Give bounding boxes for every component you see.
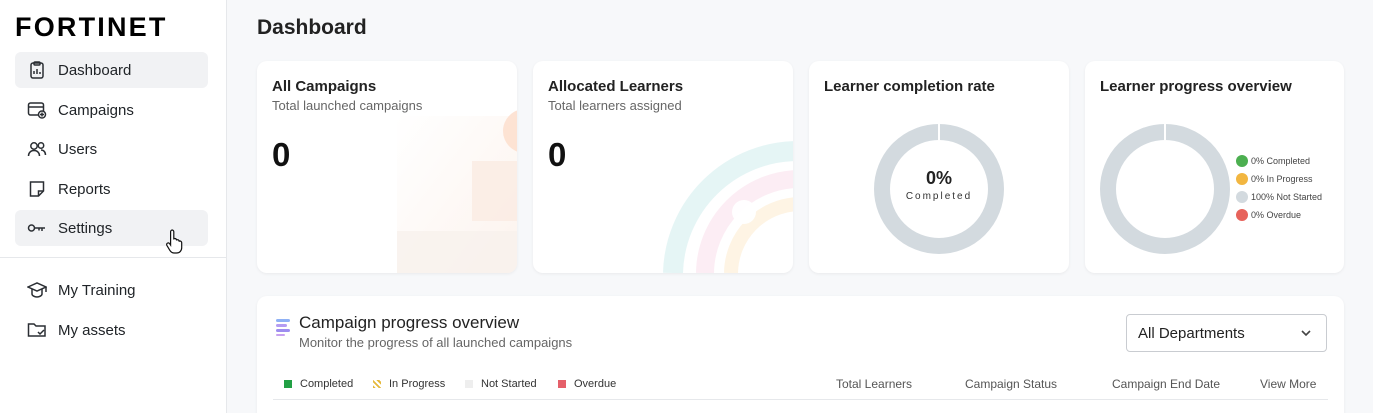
legend-item: 0% Overdue xyxy=(1236,206,1322,224)
column-header-view-more[interactable]: View More xyxy=(1260,377,1316,391)
card-title: Allocated Learners xyxy=(548,78,684,95)
column-header-campaign-status[interactable]: Campaign Status xyxy=(965,377,1057,391)
card-value: 0 xyxy=(548,136,567,173)
page-title: Dashboard xyxy=(257,16,367,39)
department-select[interactable]: All Departments xyxy=(1126,314,1327,352)
legend-not-started: Not Started xyxy=(465,378,537,390)
users-icon xyxy=(26,138,48,160)
legend-label: 0% Overdue xyxy=(1251,210,1302,220)
legend-label: 100% Not Started xyxy=(1251,192,1323,202)
allocated-learners-card[interactable]: Allocated Learners Total learners assign… xyxy=(533,61,793,273)
progress-overview-card: Learner progress overview 0% Completed 0… xyxy=(1085,61,1344,273)
legend-in-progress: In Progress xyxy=(373,378,445,390)
column-header-campaign-end-date[interactable]: Campaign End Date xyxy=(1112,377,1220,391)
legend-label: In Progress xyxy=(389,378,446,390)
sidebar-item-reports[interactable]: Reports xyxy=(15,171,208,207)
sidebar: FORTINET Dashboard Campaigns Users Repor… xyxy=(0,0,227,413)
sidebar-item-label: My assets xyxy=(58,321,126,339)
legend-dot-in-progress xyxy=(1236,173,1248,185)
card-value: 0 xyxy=(272,136,291,173)
completion-percent: 0% xyxy=(925,168,952,188)
brand-name: FORTINET xyxy=(15,13,168,39)
sidebar-item-my-training[interactable]: My Training xyxy=(15,272,208,308)
all-campaigns-card[interactable]: All Campaigns Total launched campaigns 0 xyxy=(257,61,517,273)
legend-item: 0% Completed xyxy=(1236,152,1322,170)
campaigns-icon xyxy=(26,99,48,121)
legend-swatch xyxy=(284,380,292,388)
progress-donut-chart xyxy=(1100,124,1230,254)
legend-label: Not Started xyxy=(481,378,537,390)
legend-label: 0% Completed xyxy=(1251,156,1311,166)
sidebar-divider xyxy=(0,257,226,258)
graduation-cap-icon xyxy=(26,279,48,301)
list-lines-icon xyxy=(276,319,290,336)
card-title: Learner progress overview xyxy=(1100,78,1292,95)
sidebar-item-my-assets[interactable]: My assets xyxy=(15,312,208,348)
card-title: All Campaigns xyxy=(272,78,377,95)
legend-label: 0% In Progress xyxy=(1251,174,1313,184)
completion-donut-chart xyxy=(874,124,1004,254)
chevron-down-icon xyxy=(1301,330,1311,337)
hand-pointer-cursor-icon xyxy=(166,229,183,254)
legend-item: 100% Not Started xyxy=(1236,188,1322,206)
progress-legend: 0% Completed 0% In Progress 100% Not Sta… xyxy=(1236,152,1322,224)
column-header-total-learners[interactable]: Total Learners xyxy=(836,377,912,391)
key-icon xyxy=(26,217,48,239)
legend-label: Overdue xyxy=(574,378,617,390)
campaign-progress-panel: Campaign progress overview Monitor the p… xyxy=(257,296,1344,413)
sidebar-item-users[interactable]: Users xyxy=(15,131,208,167)
completion-label: Completed xyxy=(905,191,973,202)
sidebar-item-label: My Training xyxy=(58,281,136,299)
legend-dot-overdue xyxy=(1236,209,1248,221)
legend-swatch xyxy=(373,380,381,388)
card-title: Learner completion rate xyxy=(824,78,995,95)
folder-icon xyxy=(26,319,48,341)
sidebar-item-label: Users xyxy=(58,140,98,158)
legend-completed: Completed xyxy=(284,378,353,390)
completion-rate-card: Learner completion rate 0% Completed xyxy=(809,61,1069,273)
legend-item: 0% In Progress xyxy=(1236,170,1322,188)
sidebar-item-label: Reports xyxy=(58,180,111,198)
sidebar-item-label: Dashboard xyxy=(58,61,132,79)
panel-title: Campaign progress overview xyxy=(299,313,520,332)
legend-overdue: Overdue xyxy=(558,378,616,390)
panel-subtitle: Monitor the progress of all launched cam… xyxy=(299,335,573,350)
department-select-value: All Departments xyxy=(1138,324,1245,342)
reports-icon xyxy=(26,178,48,200)
legend-dot-not-started xyxy=(1236,191,1248,203)
legend-dot-completed xyxy=(1236,155,1248,167)
card-subtitle: Total learners assigned xyxy=(548,98,682,113)
sidebar-item-label: Campaigns xyxy=(58,101,134,119)
sidebar-item-dashboard[interactable]: Dashboard xyxy=(15,52,208,88)
card-subtitle: Total launched campaigns xyxy=(272,98,423,113)
sidebar-item-label: Settings xyxy=(58,219,113,237)
table-header-divider xyxy=(273,399,1328,400)
donut-track xyxy=(874,124,1004,254)
dashboard-icon xyxy=(26,59,48,81)
legend-swatch xyxy=(558,380,566,388)
legend-label: Completed xyxy=(300,378,354,390)
sidebar-item-campaigns[interactable]: Campaigns xyxy=(15,92,208,128)
legend-swatch xyxy=(465,380,473,388)
donut-not-started-segment xyxy=(1100,124,1230,254)
fortinet-logo[interactable]: FORTINET xyxy=(15,13,210,39)
